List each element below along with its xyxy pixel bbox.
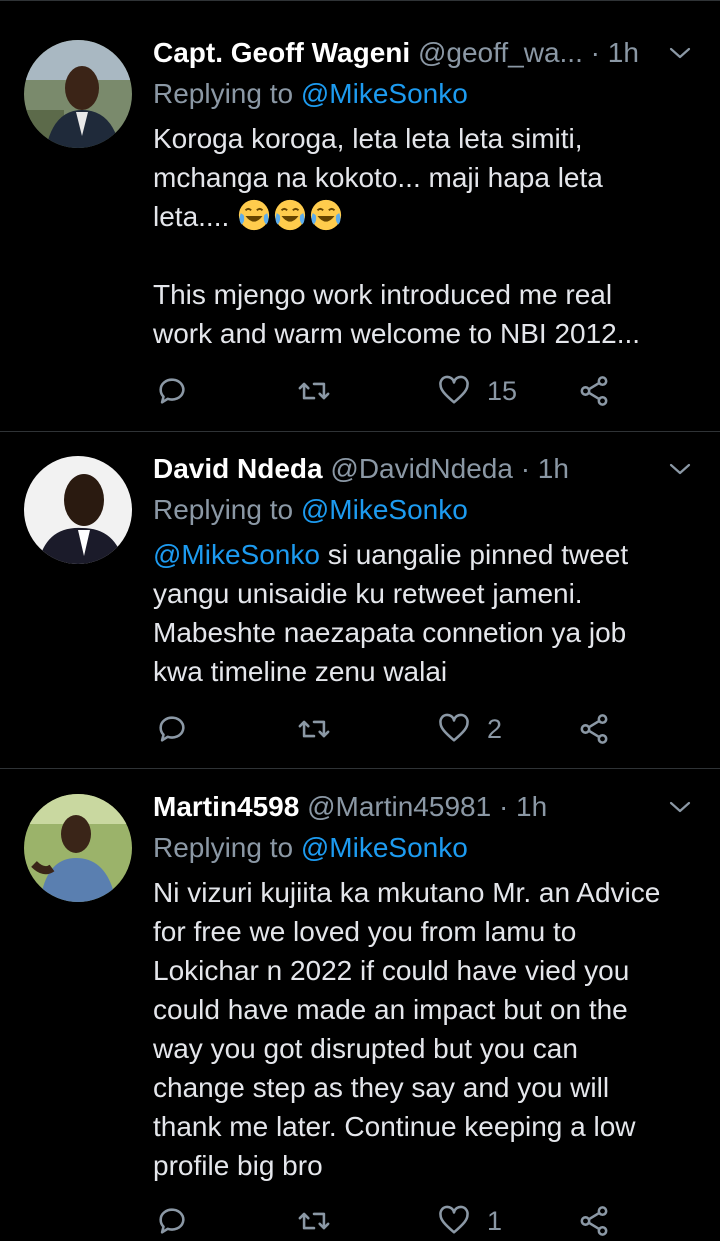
timestamp[interactable]: · 1h [591, 37, 639, 68]
emoji-group [237, 199, 345, 232]
like-count: 15 [487, 375, 518, 406]
chevron-down-icon[interactable] [668, 457, 692, 481]
replying-to-mention[interactable]: @MikeSonko [301, 494, 468, 525]
tweet-text: Ni vizuri kujiita ka mkutano Mr. an Advi… [153, 877, 661, 1181]
tweet-header: Capt. Geoff Wageni @geoff_wa... · 1h [153, 33, 660, 73]
like-button[interactable]: 2 [437, 709, 502, 749]
mention-link[interactable]: @MikeSonko [153, 539, 320, 570]
display-name[interactable]: Capt. Geoff Wageni [153, 37, 410, 68]
replying-to-prefix: Replying to [153, 494, 294, 525]
heart-icon [439, 713, 469, 742]
share-icon [580, 376, 608, 406]
retweet-button[interactable] [297, 371, 331, 411]
avatar[interactable] [24, 456, 132, 564]
user-handle[interactable]: @geoff_wa... [418, 37, 583, 68]
share-button[interactable] [577, 709, 611, 749]
share-button[interactable] [577, 371, 611, 411]
reply-button[interactable] [155, 709, 189, 749]
like-count: 1 [487, 1205, 503, 1236]
tweet-text-part-1: Koroga koroga, leta leta leta simiti, mc… [153, 123, 603, 232]
avatar[interactable] [24, 40, 132, 148]
face-with-tears-of-joy-icon [310, 199, 342, 231]
retweet-button[interactable] [297, 709, 331, 749]
like-button[interactable]: 15 [437, 371, 517, 411]
reply-button[interactable] [155, 1201, 189, 1241]
avatar-photo [24, 794, 132, 902]
chevron-down-icon[interactable] [668, 795, 692, 819]
replying-to-mention[interactable]: @MikeSonko [301, 78, 468, 109]
tweet-text: @MikeSonko si uangalie pinned tweet yang… [153, 535, 713, 691]
user-handle[interactable]: @DavidNdeda [330, 453, 513, 484]
tweet-reply[interactable]: David Ndeda @DavidNdeda · 1h Replying to… [0, 431, 720, 769]
retweet-button[interactable] [297, 1201, 331, 1241]
like-button[interactable]: 1 [437, 1201, 502, 1241]
face-with-tears-of-joy-icon [274, 199, 306, 231]
tweet-actions: 15 [153, 371, 633, 411]
replying-to-mention[interactable]: @MikeSonko [301, 832, 468, 863]
retweet-icon [298, 382, 330, 400]
replying-to-prefix: Replying to [153, 78, 294, 109]
avatar[interactable] [24, 794, 132, 902]
like-count: 2 [487, 713, 503, 744]
avatar-photo [24, 40, 132, 148]
replying-to: Replying to @MikeSonko [153, 74, 468, 114]
tweet-text-part-2: This mjengo work introduced me real work… [153, 279, 641, 349]
share-icon [580, 714, 608, 744]
chevron-down-icon[interactable] [668, 41, 692, 65]
tweet-reply[interactable]: Martin4598 @Martin45981 · 1h Replying to… [0, 769, 720, 1239]
display-name[interactable]: Martin4598 [153, 791, 299, 822]
reply-icon [159, 716, 185, 742]
tweet-actions: 1 [153, 1201, 633, 1241]
retweet-icon [298, 720, 330, 738]
tweet-text: Koroga koroga, leta leta leta simiti, mc… [153, 119, 713, 353]
replying-to-prefix: Replying to [153, 832, 294, 863]
share-button[interactable] [577, 1201, 611, 1241]
reply-icon [159, 378, 185, 404]
replying-to: Replying to @MikeSonko [153, 490, 468, 530]
user-handle[interactable]: @Martin45981 [307, 791, 491, 822]
tweet-actions: 2 [153, 709, 633, 749]
display-name[interactable]: David Ndeda [153, 453, 323, 484]
tweet-header: Martin4598 @Martin45981 · 1h [153, 787, 660, 827]
replying-to: Replying to @MikeSonko [153, 828, 468, 868]
face-with-tears-of-joy-icon [238, 199, 270, 231]
timestamp[interactable]: · 1h [499, 791, 547, 822]
heart-icon [439, 375, 469, 404]
reply-button[interactable] [155, 371, 189, 411]
avatar-photo [24, 456, 132, 564]
timestamp[interactable]: · 1h [521, 453, 569, 484]
tweet-reply[interactable]: Capt. Geoff Wageni @geoff_wa... · 1h Rep… [0, 0, 720, 432]
tweet-header: David Ndeda @DavidNdeda · 1h [153, 449, 660, 489]
